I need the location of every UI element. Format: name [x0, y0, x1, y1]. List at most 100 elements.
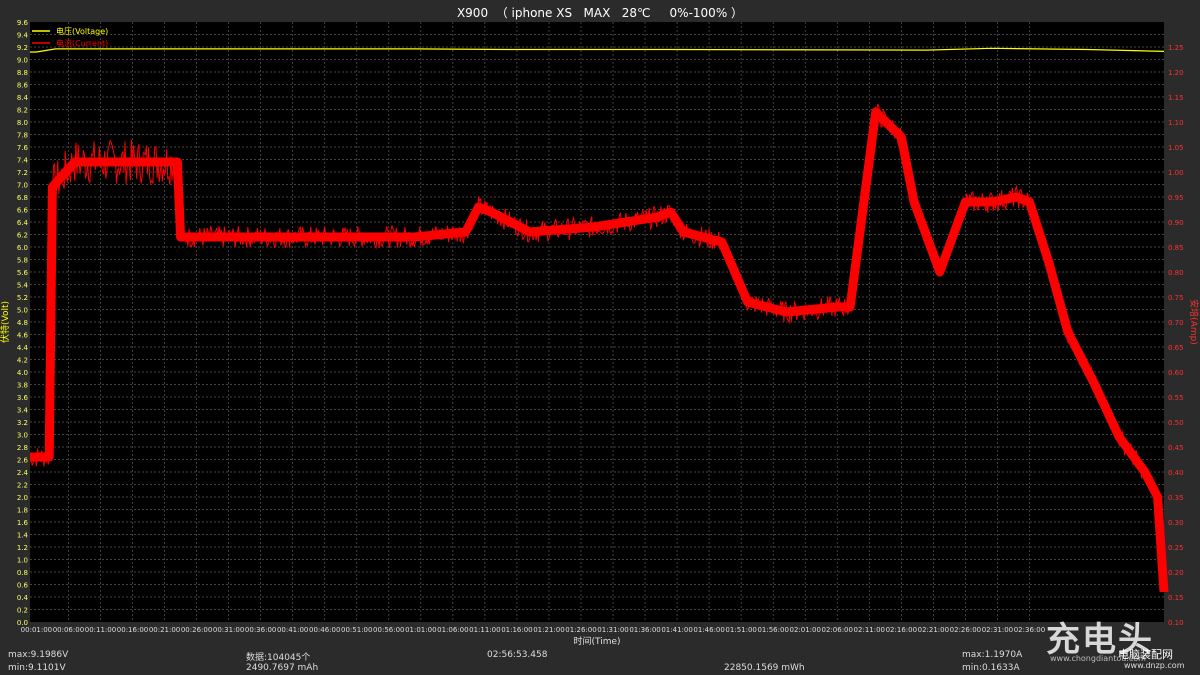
y-left-tick-label: 1.4: [17, 532, 29, 540]
y-left-tick-label: 9.0: [17, 57, 28, 65]
stat-current-max: max:1.1970A: [962, 650, 1023, 660]
y-right-tick-label: 0.30: [1168, 519, 1184, 527]
y-left-tick-label: 4.0: [17, 369, 28, 377]
x-tick-label: 02:16:00: [886, 626, 917, 634]
x-tick-label: 02:01:00: [789, 626, 820, 634]
y-left-tick-label: 2.2: [17, 482, 28, 490]
x-tick-label: 00:16:00: [117, 626, 148, 634]
x-axis-label: 时间(Time): [573, 635, 620, 647]
y-left-tick-label: 6.2: [17, 232, 28, 240]
y-left-tick-label: 5.8: [17, 257, 28, 265]
x-tick-label: 02:26:00: [950, 626, 981, 634]
legend-label: 电流(Current): [56, 38, 108, 48]
y-right-tick-label: 0.15: [1168, 594, 1184, 602]
y-left-tick-label: 6.4: [17, 219, 29, 227]
y-left-tick-label: 9.4: [17, 32, 29, 40]
y-left-tick-label: 5.2: [17, 294, 28, 302]
y-left-tick-label: 2.8: [17, 444, 28, 452]
y-axis-left: 0.00.20.40.60.81.01.21.41.61.82.02.22.42…: [17, 19, 29, 627]
x-tick-label: 00:01:00: [21, 626, 52, 634]
y-right-tick-label: 0.55: [1168, 394, 1184, 402]
x-tick-label: 01:56:00: [757, 626, 788, 634]
y-right-tick-label: 0.70: [1168, 319, 1184, 327]
x-tick-label: 01:46:00: [693, 626, 724, 634]
stat-voltage-max: max:9.1986V: [8, 650, 69, 660]
x-tick-label: 00:46:00: [309, 626, 340, 634]
x-tick-label: 00:51:00: [341, 626, 372, 634]
chart-canvas: 0.00.20.40.60.81.01.21.41.61.82.02.22.42…: [0, 19, 1200, 647]
x-tick-label: 01:11:00: [469, 626, 500, 634]
x-tick-label: 01:41:00: [661, 626, 692, 634]
x-tick-label: 01:51:00: [725, 626, 756, 634]
y-right-tick-label: 0.50: [1168, 419, 1184, 427]
y-left-tick-label: 3.8: [17, 382, 28, 390]
y-right-tick-label: 0.25: [1168, 544, 1184, 552]
stat-voltage-min: min:9.1101V: [8, 663, 66, 673]
y-right-tick-label: 0.95: [1168, 194, 1184, 202]
y-right-tick-label: 1.05: [1168, 144, 1184, 152]
legend-label: 电压(Voltage): [56, 26, 108, 36]
y-left-tick-label: 1.6: [17, 519, 29, 527]
x-tick-label: 01:31:00: [597, 626, 628, 634]
x-tick-label: 02:36:00: [1014, 626, 1045, 634]
y-left-tick-label: 5.6: [17, 269, 29, 277]
y-axis-label-left: 伏特(Volt): [0, 301, 11, 343]
x-tick-label: 00:31:00: [213, 626, 244, 634]
x-tick-label: 01:01:00: [405, 626, 436, 634]
y-left-tick-label: 0.2: [17, 607, 28, 615]
y-left-tick-label: 0.6: [17, 582, 29, 590]
y-right-tick-label: 0.85: [1168, 244, 1184, 252]
x-tick-label: 02:21:00: [918, 626, 949, 634]
plot-area: [30, 22, 1164, 622]
y-right-tick-label: 0.80: [1168, 269, 1184, 277]
stat-capacity-mah: 2490.7697 mAh: [246, 663, 319, 673]
y-left-tick-label: 3.2: [17, 419, 28, 427]
y-left-tick-label: 4.6: [17, 332, 29, 340]
chart-title: X900 （ iphone XS MAX 28℃ 0%-100% ）: [456, 6, 744, 20]
y-right-tick-label: 1.25: [1168, 44, 1184, 52]
y-right-tick-label: 0.90: [1168, 219, 1184, 227]
x-tick-label: 01:26:00: [565, 626, 596, 634]
y-right-tick-label: 0.75: [1168, 294, 1184, 302]
y-left-tick-label: 6.8: [17, 194, 28, 202]
y-right-tick-label: 0.60: [1168, 369, 1184, 377]
y-left-tick-label: 3.0: [17, 432, 28, 440]
y-left-tick-label: 4.4: [17, 344, 29, 352]
stat-sample-count: 数据:104045个: [246, 653, 311, 663]
x-axis: 00:01:00 00:06:00 00:11:00 00:16:00 00:21:00…: [21, 626, 1046, 634]
x-tick-label: 02:31:00: [982, 626, 1013, 634]
y-left-tick-label: 8.2: [17, 107, 28, 115]
y-right-tick-label: 0.40: [1168, 469, 1184, 477]
y-left-tick-label: 2.4: [17, 469, 29, 477]
x-tick-label: 01:36:00: [629, 626, 660, 634]
stat-energy-mwh: 22850.1569 mWh: [724, 663, 805, 673]
x-tick-label: 00:11:00: [85, 626, 116, 634]
y-left-tick-label: 7.2: [17, 169, 28, 177]
y-right-tick-label: 0.10: [1168, 619, 1184, 627]
x-tick-label: 02:06:00: [822, 626, 853, 634]
y-left-tick-label: 1.2: [17, 544, 28, 552]
y-left-tick-label: 6.6: [17, 207, 29, 215]
x-tick-label: 00:41:00: [277, 626, 308, 634]
y-left-tick-label: 8.0: [17, 119, 28, 127]
y-left-tick-label: 0.4: [17, 594, 29, 602]
y-right-tick-label: 0.20: [1168, 569, 1184, 577]
y-left-tick-label: 7.0: [17, 182, 28, 190]
y-left-tick-label: 0.8: [17, 569, 28, 577]
y-left-tick-label: 8.8: [17, 69, 28, 77]
x-tick-label: 00:36:00: [245, 626, 276, 634]
y-left-tick-label: 1.0: [17, 557, 28, 565]
y-left-tick-label: 5.4: [17, 282, 29, 290]
y-left-tick-label: 7.8: [17, 132, 28, 140]
y-left-tick-label: 5.0: [17, 307, 28, 315]
y-left-tick-label: 3.4: [17, 407, 29, 415]
x-tick-label: 00:06:00: [53, 626, 84, 634]
x-tick-label: 00:26:00: [181, 626, 212, 634]
x-tick-label: 01:21:00: [533, 626, 564, 634]
y-left-tick-label: 4.2: [17, 357, 28, 365]
y-right-tick-label: 1.10: [1168, 119, 1184, 127]
y-left-tick-label: 7.6: [17, 144, 29, 152]
y-right-tick-label: 1.00: [1168, 169, 1184, 177]
y-axis-label-right: 安培(Amp): [1188, 299, 1200, 345]
y-left-tick-label: 7.4: [17, 157, 29, 165]
